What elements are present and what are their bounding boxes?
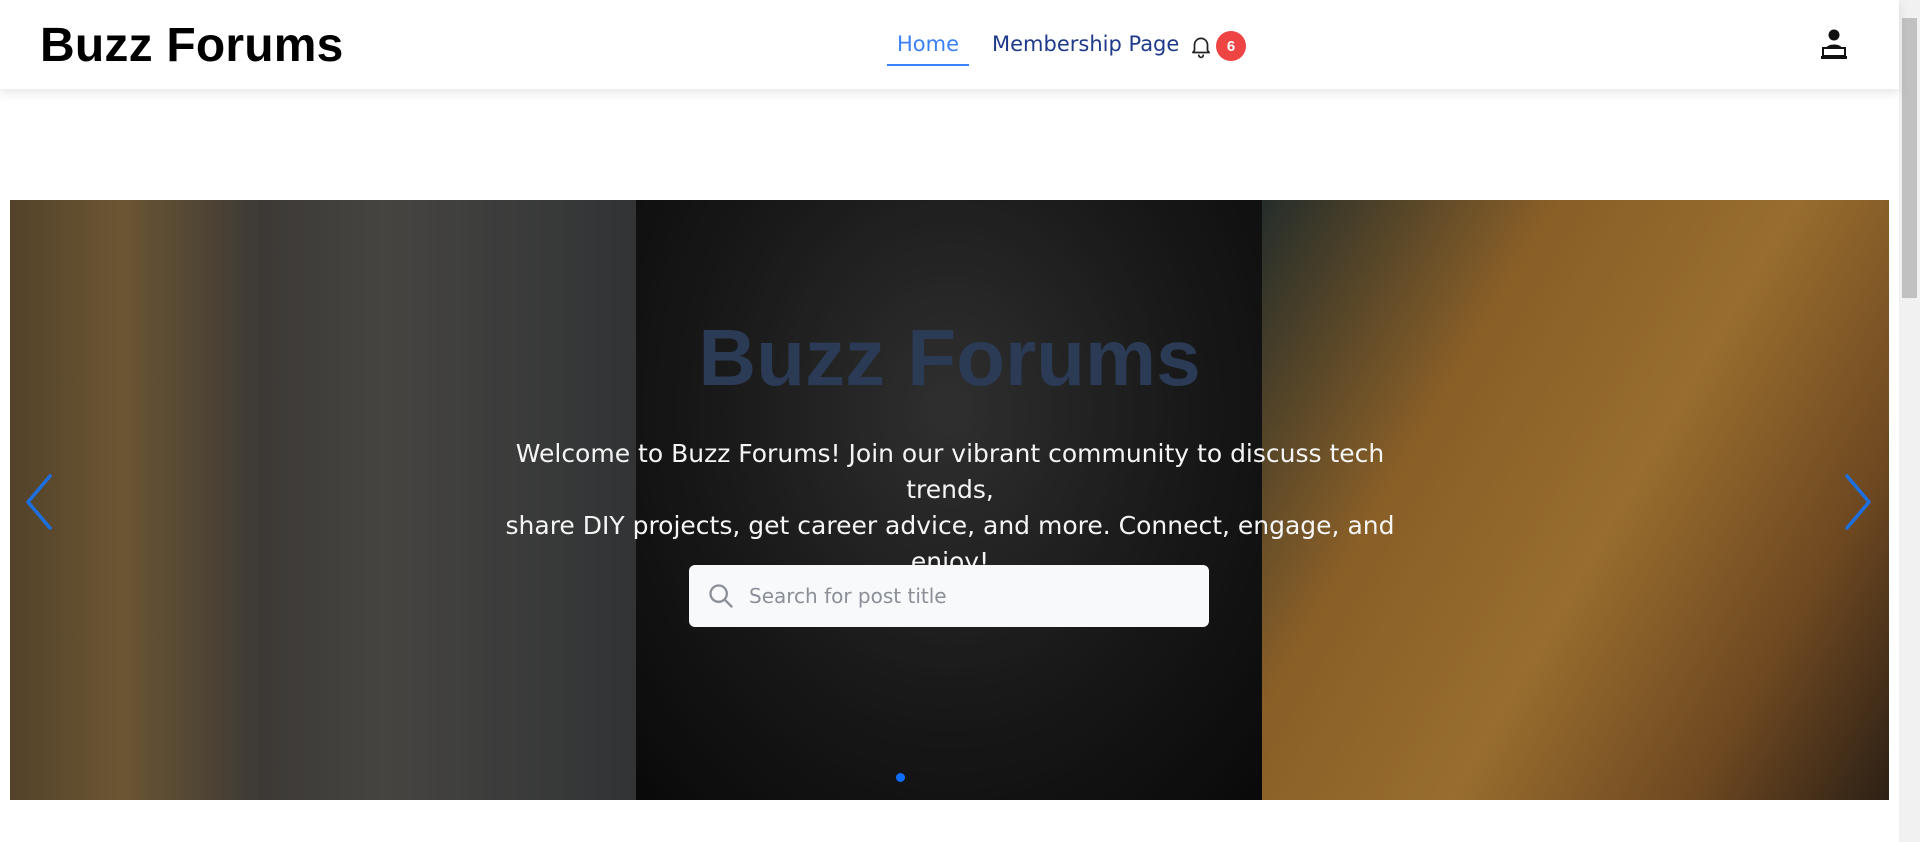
bell-icon[interactable] bbox=[1188, 33, 1214, 59]
hero-carousel: Buzz Forums Welcome to Buzz Forums! Join… bbox=[10, 200, 1889, 800]
nav-membership-link[interactable]: Membership Page bbox=[992, 32, 1179, 56]
hero-subtitle-line-1: Welcome to Buzz Forums! Join our vibrant… bbox=[515, 439, 1385, 504]
search-icon bbox=[709, 584, 733, 608]
main-nav: Home Membership Page bbox=[0, 32, 1899, 72]
carousel-indicator-dot[interactable] bbox=[896, 773, 905, 782]
notification-count-badge: 6 bbox=[1216, 31, 1246, 61]
post-search-bar bbox=[689, 565, 1209, 627]
carousel-next-arrow-icon[interactable] bbox=[1841, 472, 1875, 532]
top-navbar: Buzz Forums Home Membership Page 6 bbox=[0, 0, 1899, 89]
nav-home-link[interactable]: Home bbox=[886, 32, 970, 66]
user-profile-icon[interactable] bbox=[1818, 27, 1850, 61]
page-scrollbar[interactable] bbox=[1899, 0, 1920, 842]
scrollbar-thumb[interactable] bbox=[1902, 18, 1917, 298]
search-input[interactable] bbox=[749, 565, 1189, 627]
hero-title: Buzz Forums bbox=[698, 313, 1201, 402]
carousel-prev-arrow-icon[interactable] bbox=[22, 472, 56, 532]
hero-subtitle: Welcome to Buzz Forums! Join our vibrant… bbox=[500, 436, 1400, 580]
